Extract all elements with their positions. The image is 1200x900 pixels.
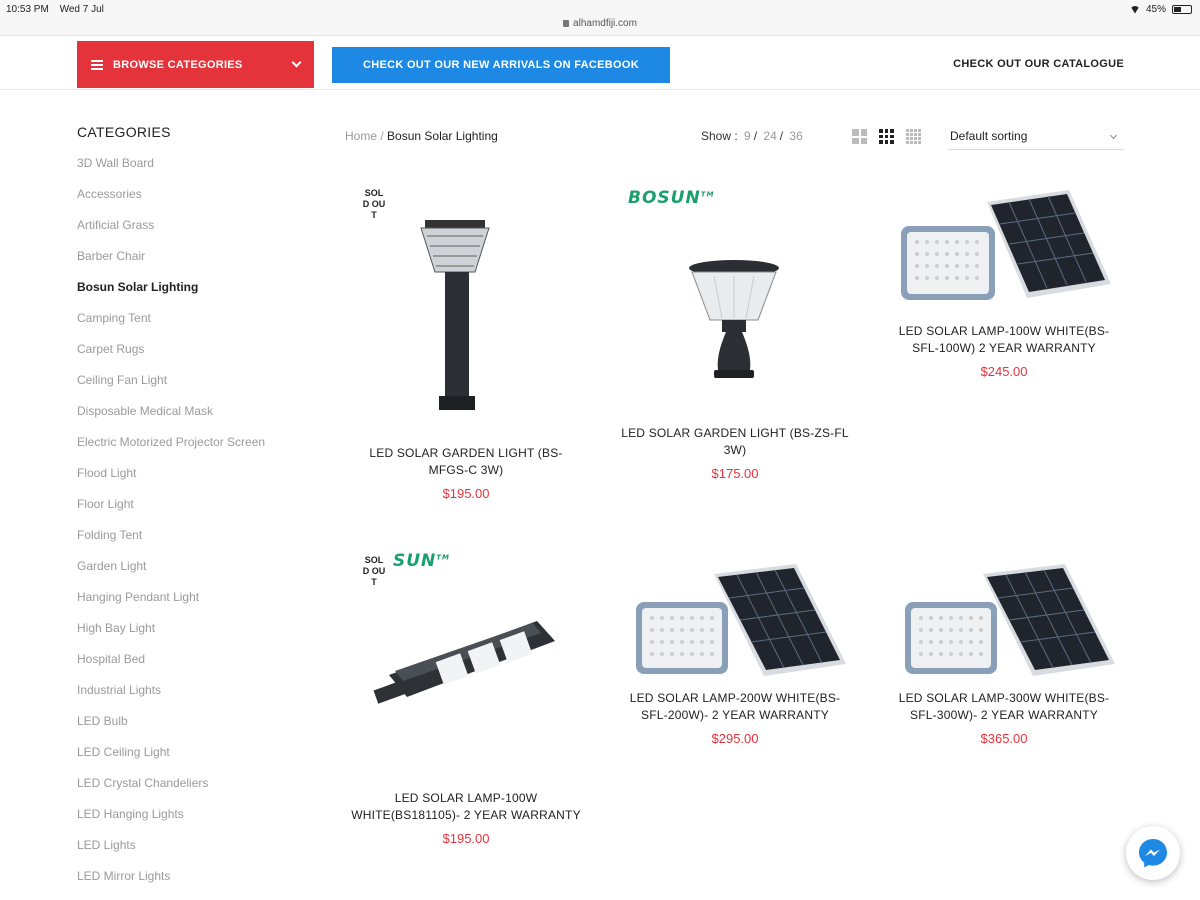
category-list: 3D Wall Board Accessories Artificial Grass… — [77, 155, 307, 899]
status-time-date: 10:53 PM Wed 7 Jul — [6, 4, 104, 15]
sidebar-category-item[interactable]: Carpet Rugs — [77, 341, 307, 372]
sidebar-category-item[interactable]: Flood Light — [77, 465, 307, 496]
product-title[interactable]: LED SOLAR LAMP-300W WHITE(BS-SFL-300W)- … — [879, 690, 1129, 724]
breadcrumb: Home / Bosun Solar Lighting — [345, 129, 498, 143]
flood-light-panel-image — [636, 564, 846, 676]
sold-out-badge: SOL D OU T — [362, 555, 386, 587]
battery-percent: 45% — [1145, 4, 1166, 15]
menu-icon — [91, 58, 103, 72]
sidebar-category-item[interactable]: LED Hanging Lights — [77, 806, 307, 837]
sidebar-category-item[interactable]: Hanging Pendant Light — [77, 589, 307, 620]
sidebar-category-item[interactable]: Bosun Solar Lighting — [77, 279, 307, 310]
product-card[interactable]: BOSUNTM LED SOLAR GARDEN LIGHT (BS-ZS-FL… — [610, 180, 860, 481]
product-image[interactable] — [610, 560, 860, 690]
address-url: alhamdfiji.com — [573, 18, 637, 29]
product-card[interactable]: LED SOLAR LAMP-300W WHITE(BS-SFL-300W)- … — [879, 560, 1129, 746]
messenger-chat-button[interactable] — [1126, 826, 1180, 880]
chevron-down-icon — [291, 57, 302, 68]
sidebar-category-item[interactable]: LED Crystal Chandeliers — [77, 775, 307, 806]
product-title[interactable]: LED SOLAR GARDEN LIGHT (BS-ZS-FL 3W) — [610, 425, 860, 459]
product-image[interactable]: SOL D OU T — [341, 180, 591, 445]
breadcrumb-current: Bosun Solar Lighting — [387, 129, 498, 143]
product-price: $175.00 — [711, 466, 759, 481]
sidebar-category-item[interactable]: LED Bulb — [77, 713, 307, 744]
show-option-9[interactable]: 9 — [744, 129, 751, 143]
product-price: $195.00 — [442, 831, 490, 846]
sidebar-category-item[interactable]: Floor Light — [77, 496, 307, 527]
messenger-icon — [1139, 839, 1167, 868]
chevron-down-icon — [1109, 131, 1118, 140]
pillar-light-image — [689, 260, 779, 378]
site-header: BROWSE CATEGORIES CHECK OUT OUR NEW ARRI… — [0, 36, 1200, 90]
bosun-logo: SUNTM — [393, 551, 451, 571]
flood-light-panel-image — [901, 190, 1111, 300]
sidebar-category-item[interactable]: Garden Light — [77, 558, 307, 589]
grid-2-icon[interactable] — [852, 129, 867, 144]
product-title[interactable]: LED SOLAR LAMP-100W WHITE(BS-SFL-100W) 2… — [879, 323, 1129, 357]
sort-select[interactable]: Default sorting — [948, 124, 1124, 150]
sidebar-category-item[interactable]: High Bay Light — [77, 620, 307, 651]
product-price: $365.00 — [980, 731, 1028, 746]
battery-icon — [1172, 5, 1192, 14]
sidebar-category-item[interactable]: Electric Motorized Projector Screen — [77, 434, 307, 465]
product-price: $295.00 — [711, 731, 759, 746]
show-option-36[interactable]: 36 — [789, 129, 802, 143]
product-card[interactable]: LED SOLAR LAMP-200W WHITE(BS-SFL-200W)- … — [610, 560, 860, 746]
browse-categories-label: BROWSE CATEGORIES — [113, 58, 243, 71]
product-image[interactable] — [879, 180, 1129, 323]
sidebar-category-item[interactable]: Disposable Medical Mask — [77, 403, 307, 434]
product-card[interactable]: SOL D OU T SUNTM LED SOLAR LAMP-100W WHITE… — [341, 545, 591, 846]
ios-status-bar: 10:53 PM Wed 7 Jul alhamdfiji.com 45% — [0, 0, 1200, 36]
product-image[interactable]: SOL D OU T SUNTM — [341, 545, 591, 790]
sidebar-category-item[interactable]: Industrial Lights — [77, 682, 307, 713]
status-date: Wed 7 Jul — [59, 4, 104, 15]
sidebar-category-item[interactable]: Camping Tent — [77, 310, 307, 341]
grid-view-switcher — [852, 129, 921, 144]
sidebar-category-item[interactable]: Ceiling Fan Light — [77, 372, 307, 403]
sold-out-badge: SOL D OU T — [362, 188, 386, 220]
status-time: 10:53 PM — [6, 4, 49, 15]
browse-categories-button[interactable]: BROWSE CATEGORIES — [77, 41, 314, 88]
product-image[interactable] — [879, 560, 1129, 690]
lock-icon — [563, 20, 570, 27]
sidebar-category-item[interactable]: LED Ceiling Light — [77, 744, 307, 775]
sidebar-category-item[interactable]: Folding Tent — [77, 527, 307, 558]
show-label: Show : — [701, 129, 738, 143]
sidebar-category-item[interactable]: Artificial Grass — [77, 217, 307, 248]
sidebar-category-item[interactable]: LED Lights — [77, 837, 307, 868]
product-image[interactable]: BOSUNTM — [610, 180, 860, 425]
sidebar-title: CATEGORIES — [77, 124, 171, 140]
sidebar-category-item[interactable]: Hospital Bed — [77, 651, 307, 682]
per-page-selector: Show : 9/ 24/ 36 — [701, 129, 803, 143]
grid-4-icon[interactable] — [906, 129, 921, 144]
grid-3-icon[interactable] — [879, 129, 894, 144]
wifi-icon — [1129, 5, 1140, 14]
categories-sidebar: CATEGORIES 3D Wall Board Accessories Artif… — [77, 124, 307, 899]
product-price: $195.00 — [442, 486, 490, 501]
show-option-24[interactable]: 24 — [763, 129, 776, 143]
sidebar-category-item[interactable]: 3D Wall Board — [77, 155, 307, 186]
sort-value: Default sorting — [950, 129, 1028, 143]
product-card[interactable]: LED SOLAR LAMP-100W WHITE(BS-SFL-100W) 2… — [879, 180, 1129, 379]
product-title[interactable]: LED SOLAR LAMP-200W WHITE(BS-SFL-200W)- … — [610, 690, 860, 724]
product-title[interactable]: LED SOLAR GARDEN LIGHT (BS-MFGS-C 3W) — [341, 445, 591, 479]
flood-light-panel-image — [905, 564, 1115, 676]
address-bar[interactable]: alhamdfiji.com — [0, 18, 1200, 29]
sidebar-category-item[interactable]: Accessories — [77, 186, 307, 217]
catalogue-link[interactable]: CHECK OUT OUR CATALOGUE — [953, 58, 1124, 70]
breadcrumb-home[interactable]: Home — [345, 129, 377, 143]
product-price: $245.00 — [980, 364, 1028, 379]
facebook-arrivals-button[interactable]: CHECK OUT OUR NEW ARRIVALS ON FACEBOOK — [332, 47, 670, 83]
product-title[interactable]: LED SOLAR LAMP-100W WHITE(BS181105)- 2 Y… — [341, 790, 591, 824]
breadcrumb-separator: / — [380, 129, 384, 143]
sidebar-category-item[interactable]: LED Mirror Lights — [77, 868, 307, 899]
bosun-logo: BOSUNTM — [628, 188, 715, 208]
product-card[interactable]: SOL D OU T LED SOLAR GARDEN LIGHT (BS-MFGS… — [341, 180, 591, 501]
status-indicators: 45% — [1129, 4, 1192, 15]
sidebar-category-item[interactable]: Barber Chair — [77, 248, 307, 279]
